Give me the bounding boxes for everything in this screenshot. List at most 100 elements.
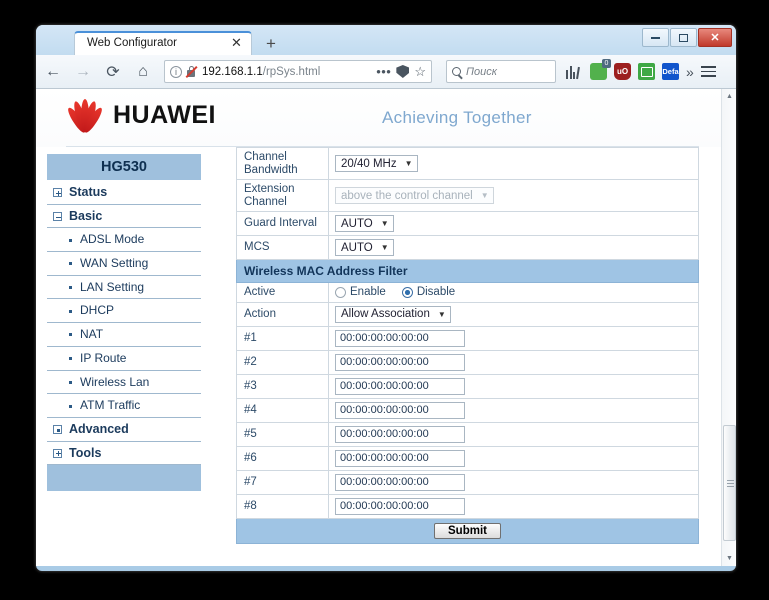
- radio-disable[interactable]: [401, 286, 413, 298]
- back-icon[interactable]: ←: [40, 59, 66, 85]
- mac-entry-cell: 00:00:00:00:00:00: [328, 373, 699, 399]
- mac-entry-cell: 00:00:00:00:00:00: [328, 421, 699, 447]
- field-value-cell: Allow Association ▼: [328, 301, 699, 327]
- submit-button[interactable]: Submit: [434, 522, 501, 539]
- field-label: Active: [236, 282, 329, 303]
- mac-address-input[interactable]: 00:00:00:00:00:00: [335, 329, 465, 347]
- expand-plus-icon[interactable]: [53, 188, 62, 198]
- screenshot-icon[interactable]: [638, 63, 655, 80]
- reload-icon[interactable]: ⟳: [100, 59, 126, 85]
- field-label: Extension Channel: [236, 179, 329, 212]
- scroll-up-icon[interactable]: ▲: [722, 89, 736, 104]
- table-row: #4 00:00:00:00:00:00: [236, 397, 699, 423]
- table-row: Active Enable Disable: [236, 282, 699, 303]
- sidebar-item-lan-setting[interactable]: LAN Setting: [47, 275, 201, 300]
- scroll-down-icon[interactable]: ▼: [722, 551, 736, 566]
- tab-close-icon[interactable]: ✕: [230, 36, 243, 49]
- mac-entry-cell: 00:00:00:00:00:00: [328, 493, 699, 519]
- dropdown-channel-bandwidth[interactable]: 20/40 MHz ▼: [335, 155, 418, 172]
- dropdown-guard-interval[interactable]: AUTO ▼: [335, 215, 394, 232]
- table-row: MCS AUTO ▼: [236, 235, 699, 260]
- mac-entry-label: #5: [236, 421, 329, 447]
- bullet-icon: [69, 380, 72, 384]
- sync-icon[interactable]: 0: [590, 59, 611, 80]
- sidebar-item-ip-route[interactable]: IP Route: [47, 346, 201, 371]
- search-placeholder: Поиск: [466, 65, 497, 78]
- dropdown-action[interactable]: Allow Association ▼: [335, 305, 451, 323]
- page-info-icon[interactable]: i: [170, 65, 182, 78]
- table-row: Action Allow Association ▼: [236, 301, 699, 327]
- table-row: #3 00:00:00:00:00:00: [236, 373, 699, 399]
- chevron-down-icon: ▼: [480, 191, 489, 200]
- page-scrollbar[interactable]: ▲ ▼: [721, 89, 736, 566]
- window-controls: ✕: [642, 28, 732, 47]
- sidebar-item-nat[interactable]: NAT: [47, 323, 201, 347]
- home-icon[interactable]: ⌂: [130, 59, 156, 85]
- page-actions-icon[interactable]: •••: [376, 64, 391, 79]
- sidebar-item-status[interactable]: Status: [47, 181, 201, 205]
- window-titlebar: Web Configurator ✕ + ✕: [36, 25, 736, 56]
- scrollbar-thumb[interactable]: [723, 425, 736, 541]
- mac-address-input[interactable]: 00:00:00:00:00:00: [335, 497, 465, 515]
- sidebar-item-tools[interactable]: Tools: [47, 441, 201, 466]
- overflow-chevron-icon[interactable]: »: [686, 64, 694, 80]
- url-path: /rpSys.html: [262, 65, 321, 78]
- bullet-icon: [69, 238, 72, 242]
- radio-enable[interactable]: [335, 286, 346, 298]
- mac-entry-label: #8: [236, 493, 329, 519]
- collapse-minus-icon[interactable]: [53, 212, 62, 222]
- minimize-icon: [651, 36, 660, 39]
- field-label: Action: [236, 301, 329, 327]
- forward-icon[interactable]: →: [70, 59, 96, 85]
- mac-address-input[interactable]: 00:00:00:00:00:00: [335, 449, 465, 467]
- expand-plus-icon[interactable]: [53, 448, 62, 458]
- sidebar-item-label: WAN Setting: [80, 256, 149, 271]
- huawei-flower-icon: [65, 99, 105, 135]
- minimize-button[interactable]: [642, 28, 669, 47]
- submit-row: Submit: [236, 517, 699, 544]
- ublock-icon[interactable]: uO: [614, 63, 631, 80]
- mac-address-input[interactable]: 00:00:00:00:00:00: [335, 401, 465, 419]
- expand-dot-icon[interactable]: [53, 425, 62, 435]
- settings-scroll-region: Channel Bandwidth 20/40 MHz ▼ Extension Cha…: [236, 147, 699, 566]
- sidebar-item-adsl-mode[interactable]: ADSL Mode: [47, 228, 201, 253]
- address-bar[interactable]: i 192.168.1.1/rpSys.html ••• ☆: [164, 60, 432, 83]
- tab-web-configurator[interactable]: Web Configurator ✕: [74, 31, 252, 56]
- sidebar-list: Status Basic ADSL Mode WAN Setting LAN Setti…: [47, 180, 201, 466]
- mac-address-input[interactable]: 00:00:00:00:00:00: [335, 377, 465, 395]
- bookmark-star-icon[interactable]: ☆: [414, 64, 426, 80]
- mac-address-input[interactable]: 00:00:00:00:00:00: [335, 353, 465, 371]
- sync-badge: 0: [602, 59, 611, 68]
- pocket-icon[interactable]: [396, 65, 410, 78]
- dropdown-value: Allow Association: [341, 308, 430, 320]
- sidebar-item-dhcp[interactable]: DHCP: [47, 299, 201, 324]
- sidebar-item-label: ADSL Mode: [80, 232, 145, 247]
- defa-icon[interactable]: Defa: [662, 63, 679, 80]
- sidebar-item-wireless-lan[interactable]: Wireless Lan: [47, 370, 201, 395]
- search-box[interactable]: Поиск: [446, 60, 556, 83]
- new-tab-button[interactable]: +: [261, 34, 281, 54]
- url-host: 192.168.1.1: [202, 65, 263, 78]
- sidebar-item-label: DHCP: [80, 303, 115, 318]
- sidebar-item-advanced[interactable]: Advanced: [47, 417, 201, 442]
- mac-entry-cell: 00:00:00:00:00:00: [328, 397, 699, 423]
- dropdown-mcs[interactable]: AUTO ▼: [335, 239, 394, 256]
- table-row: Channel Bandwidth 20/40 MHz ▼: [236, 147, 699, 180]
- field-value-cell: 20/40 MHz ▼: [328, 147, 699, 180]
- huawei-logo: HUAWEI: [65, 99, 216, 135]
- table-row: #8 00:00:00:00:00:00: [236, 493, 699, 519]
- maximize-icon: [679, 33, 688, 42]
- sidebar-item-basic[interactable]: Basic: [47, 204, 201, 229]
- search-icon: [452, 67, 461, 76]
- mac-entry-label: #3: [236, 373, 329, 399]
- sidebar-item-wan-setting[interactable]: WAN Setting: [47, 252, 201, 276]
- mac-address-input[interactable]: 00:00:00:00:00:00: [335, 473, 465, 491]
- close-button[interactable]: ✕: [698, 28, 732, 47]
- library-icon[interactable]: [566, 65, 583, 79]
- hamburger-menu-icon[interactable]: [700, 66, 716, 77]
- mac-address-input[interactable]: 00:00:00:00:00:00: [335, 425, 465, 443]
- table-row: #5 00:00:00:00:00:00: [236, 421, 699, 447]
- sidebar-item-atm-traffic[interactable]: ATM Traffic: [47, 394, 201, 418]
- maximize-button[interactable]: [670, 28, 697, 47]
- wireless-settings-table: Channel Bandwidth 20/40 MHz ▼ Extension Cha…: [236, 147, 699, 544]
